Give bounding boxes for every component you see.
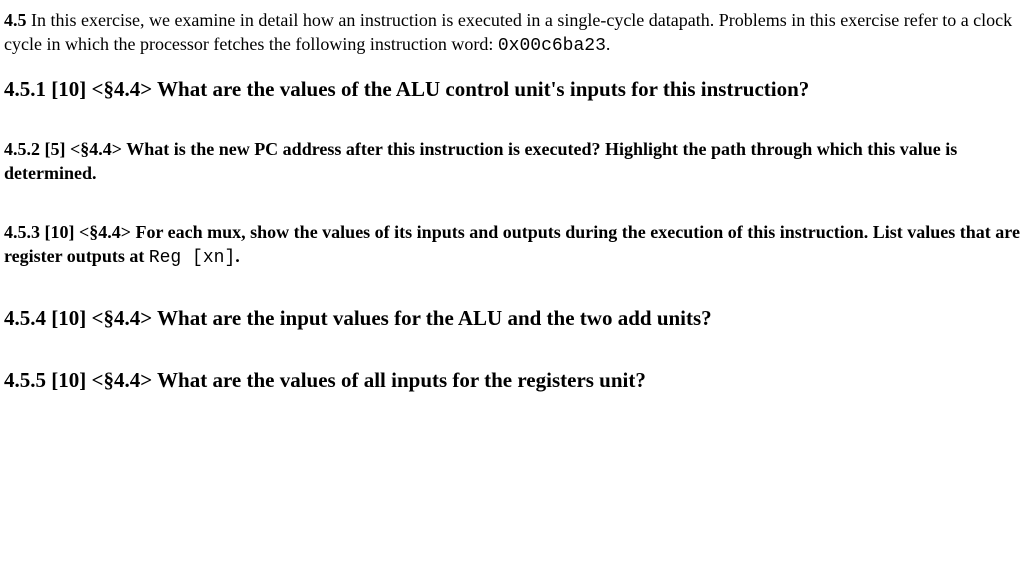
question-4-5-2: 4.5.2 [5] <§4.4> What is the new PC addr… xyxy=(4,137,1020,186)
question-number: 4.5.4 xyxy=(4,306,46,330)
instruction-word: 0x00c6ba23 xyxy=(498,36,606,56)
question-meta: [10] <§4.4> xyxy=(46,306,157,330)
question-4-5-5: 4.5.5 [10] <§4.4> What are the values of… xyxy=(4,366,1020,394)
intro-text-2: . xyxy=(606,34,611,54)
register-notation: Reg [xn] xyxy=(149,248,235,268)
question-text-2: . xyxy=(235,246,240,266)
question-meta: [10] <§4.4> xyxy=(46,77,157,101)
exercise-intro: 4.5 In this exercise, we examine in deta… xyxy=(4,8,1020,59)
question-meta: [10] <§4.4> xyxy=(46,368,157,392)
question-text: What are the input values for the ALU an… xyxy=(157,306,712,330)
question-number: 4.5.3 xyxy=(4,222,40,242)
question-4-5-3: 4.5.3 [10] <§4.4> For each mux, show the… xyxy=(4,220,1020,271)
question-4-5-4: 4.5.4 [10] <§4.4> What are the input val… xyxy=(4,304,1020,332)
question-meta: [5] <§4.4> xyxy=(40,139,126,159)
question-number: 4.5.5 xyxy=(4,368,46,392)
question-text: What are the values of all inputs for th… xyxy=(157,368,646,392)
question-text: What are the values of the ALU control u… xyxy=(157,77,809,101)
question-number: 4.5.2 xyxy=(4,139,40,159)
question-4-5-1: 4.5.1 [10] <§4.4> What are the values of… xyxy=(4,75,1020,103)
question-text: What is the new PC address after this in… xyxy=(4,139,957,183)
exercise-number: 4.5 xyxy=(4,10,27,30)
question-number: 4.5.1 xyxy=(4,77,46,101)
question-meta: [10] <§4.4> xyxy=(40,222,136,242)
